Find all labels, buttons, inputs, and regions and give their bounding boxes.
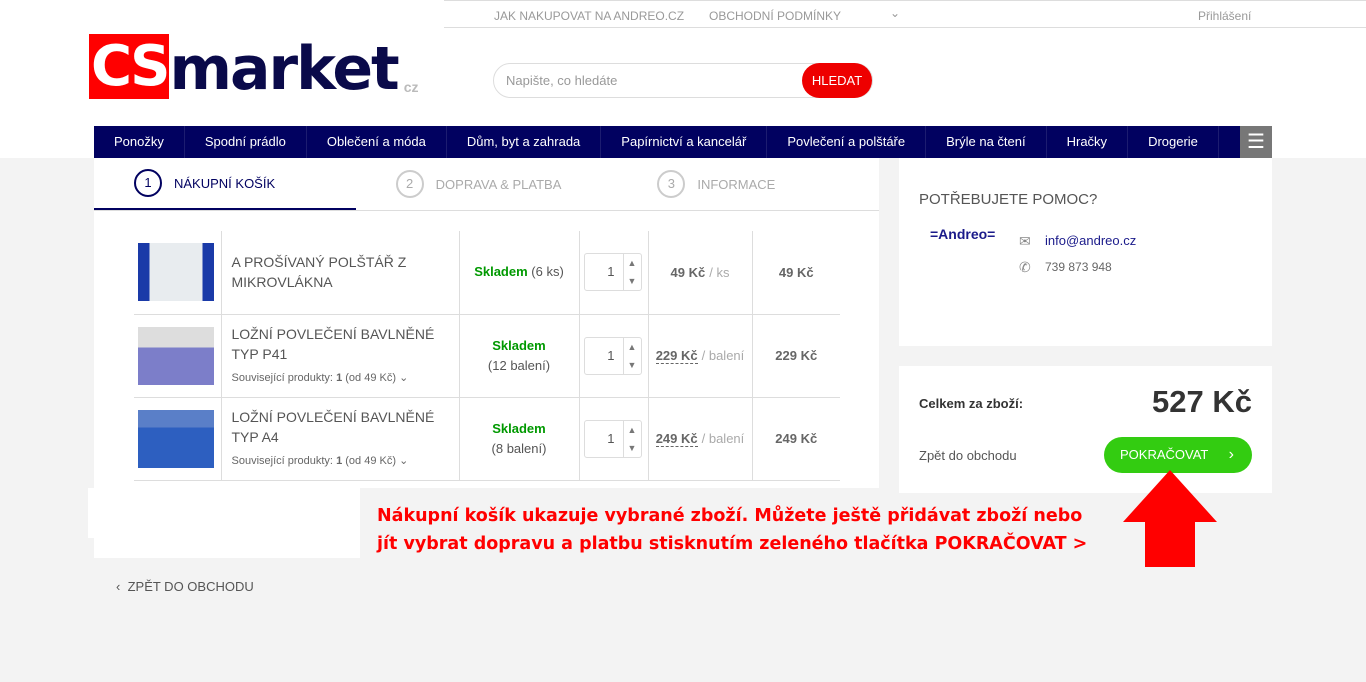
related-from: (od 49 Kč) bbox=[345, 371, 396, 384]
step-number: 2 bbox=[395, 170, 424, 198]
quantity-stepper[interactable]: 1 ▲ ▼ bbox=[583, 419, 642, 458]
annotation-text: Nákupní košík ukazuje vybrané zboží. Můž… bbox=[377, 506, 1088, 554]
link-how-to-buy[interactable]: JAK NAKUPOVAT NA ANDREO.CZ bbox=[494, 9, 684, 23]
chevron-left-icon: ‹ bbox=[116, 579, 121, 594]
step-label: INFORMACE bbox=[697, 176, 776, 192]
chevron-down-icon[interactable]: ⌄ bbox=[399, 455, 408, 467]
logo[interactable]: CS market cz bbox=[89, 34, 419, 99]
nav-item[interactable]: Spodní prádlo bbox=[185, 126, 307, 158]
unit-price: 229 Kč bbox=[655, 348, 698, 364]
total-label: Celkem za zboží: bbox=[919, 396, 1024, 411]
back-to-shop-link[interactable]: Zpět do obchodu bbox=[919, 448, 1017, 463]
qty-arrows[interactable]: ▲ ▼ bbox=[622, 337, 641, 374]
login-link[interactable]: Přihlášení bbox=[1198, 9, 1251, 23]
nav-item[interactable]: Oblečení a móda bbox=[307, 126, 447, 158]
category-nav: Ponožky Spodní prádlo Oblečení a móda Dů… bbox=[94, 126, 1272, 158]
step-cart[interactable]: 1 NÁKUPNÍ KOŠÍK bbox=[94, 158, 356, 210]
line-total: 229 Kč bbox=[751, 314, 840, 398]
qty-value: 1 bbox=[607, 264, 615, 280]
email-link[interactable]: info@andreo.cz bbox=[1045, 233, 1136, 248]
step-label: DOPRAVA & PLATBA bbox=[435, 176, 562, 192]
step-info[interactable]: 3 INFORMACE bbox=[617, 158, 879, 210]
logo-cs: CS bbox=[89, 34, 170, 99]
red-arrow-icon bbox=[1123, 470, 1217, 567]
quantity-stepper[interactable]: 1 ▲ ▼ bbox=[583, 253, 642, 292]
unit-label: / ks bbox=[709, 264, 730, 280]
step-number: 1 bbox=[134, 169, 162, 197]
white-block bbox=[88, 488, 360, 538]
related-from: (od 49 Kč) bbox=[345, 454, 396, 467]
phone-number: 739 873 948 bbox=[1045, 260, 1112, 274]
quantity-stepper[interactable]: 1 ▲ ▼ bbox=[583, 336, 642, 375]
step-label: NÁKUPNÍ KOŠÍK bbox=[174, 175, 276, 191]
stock-status: Skladem bbox=[474, 264, 528, 280]
total-value: 527 Kč bbox=[1152, 384, 1252, 419]
stock-qty: (8 balení) bbox=[491, 440, 547, 456]
product-image[interactable] bbox=[138, 243, 214, 302]
related-count: 1 bbox=[336, 454, 343, 467]
logo-cz: cz bbox=[403, 79, 419, 95]
search-placeholder: Napište, co hledáte bbox=[506, 73, 618, 88]
unit-price: 49 Kč bbox=[670, 264, 706, 280]
related-products[interactable]: Související produkty: 1 (od 49 Kč) ⌄ bbox=[232, 368, 449, 388]
logo-market: market bbox=[169, 34, 399, 104]
table-row: LOŽNÍ POVLEČENÍ BAVLNĚNÉ TYP A4 Souvisejí… bbox=[134, 397, 840, 481]
nav-item[interactable]: Povlečení a polštáře bbox=[767, 126, 927, 158]
product-name[interactable]: A PROŠÍVANÝ POLŠTÁŘ Z MIKROVLÁKNA bbox=[232, 254, 407, 290]
product-name[interactable]: LOŽNÍ POVLEČENÍ BAVLNĚNÉ TYP P41 bbox=[232, 326, 435, 362]
chevron-down-icon[interactable]: ⌄ bbox=[399, 372, 408, 384]
nav-item[interactable]: Papírnictví a kancelář bbox=[601, 126, 768, 158]
mail-icon: ✉ bbox=[1019, 233, 1031, 249]
qty-arrows[interactable]: ▲ ▼ bbox=[622, 254, 641, 291]
continue-label: POKRAČOVAT bbox=[1120, 447, 1209, 462]
cart-panel: 1 NÁKUPNÍ KOŠÍK 2 DOPRAVA & PLATBA 3 INFORM… bbox=[94, 158, 879, 488]
nav-item[interactable]: Drogerie bbox=[1128, 126, 1219, 158]
stock-qty: (6 ks) bbox=[531, 264, 564, 280]
phone-icon: ✆ bbox=[1019, 259, 1031, 275]
help-box: POTŘEBUJETE POMOC? =Andreo= ✉ info@andre… bbox=[899, 158, 1272, 346]
help-title: POTŘEBUJETE POMOC? bbox=[919, 191, 1098, 208]
step-number: 3 bbox=[657, 170, 686, 198]
nav-item[interactable]: Dům, byt a zahrada bbox=[447, 126, 602, 158]
andreo-logo: =Andreo= bbox=[930, 226, 996, 242]
line-total: 249 Kč bbox=[751, 397, 840, 481]
link-terms[interactable]: OBCHODNÍ PODMÍNKY bbox=[709, 9, 841, 23]
related-label: Související produkty: bbox=[231, 454, 334, 467]
white-block bbox=[94, 538, 360, 558]
chevron-right-icon: › bbox=[1228, 446, 1234, 463]
related-count: 1 bbox=[336, 371, 343, 384]
top-bar: JAK NAKUPOVAT NA ANDREO.CZ OBCHODNÍ PODM… bbox=[444, 0, 1366, 28]
unit-price: 249 Kč bbox=[655, 431, 698, 447]
nav-item[interactable]: Ponožky bbox=[94, 126, 185, 158]
step-shipping[interactable]: 2 DOPRAVA & PLATBA bbox=[356, 158, 618, 210]
stock-status: Skladem bbox=[492, 337, 546, 353]
related-label: Související produkty: bbox=[231, 371, 334, 384]
table-row: A PROŠÍVANÝ POLŠTÁŘ Z MIKROVLÁKNA Sklade… bbox=[134, 231, 840, 315]
nav-item[interactable]: Brýle na čtení bbox=[926, 126, 1047, 158]
menu-icon[interactable]: ☰ bbox=[1240, 126, 1272, 158]
qty-arrows[interactable]: ▲ ▼ bbox=[622, 420, 641, 457]
qty-value: 1 bbox=[607, 430, 615, 446]
nav-item[interactable]: Hračky bbox=[1047, 126, 1129, 158]
related-products[interactable]: Související produkty: 1 (od 49 Kč) ⌄ bbox=[232, 451, 449, 471]
cart-table: A PROŠÍVANÝ POLŠTÁŘ Z MIKROVLÁKNA Sklade… bbox=[134, 231, 840, 481]
line-total: 49 Kč bbox=[751, 231, 840, 315]
product-image[interactable] bbox=[138, 409, 214, 468]
qty-value: 1 bbox=[607, 347, 615, 363]
back-link-label: ZPĚT DO OBCHODU bbox=[127, 579, 254, 594]
table-row: LOŽNÍ POVLEČENÍ BAVLNĚNÉ TYP P41 Souvisej… bbox=[134, 314, 840, 398]
stock-qty: (12 balení) bbox=[487, 357, 551, 373]
unit-label: / balení bbox=[701, 431, 745, 446]
product-name[interactable]: LOŽNÍ POVLEČENÍ BAVLNĚNÉ TYP A4 bbox=[232, 409, 435, 445]
continue-button[interactable]: POKRAČOVAT › bbox=[1104, 437, 1252, 473]
unit-label: / balení bbox=[701, 348, 745, 363]
stock-status: Skladem bbox=[492, 420, 546, 436]
search-button[interactable]: HLEDAT bbox=[802, 63, 872, 98]
product-image[interactable] bbox=[138, 326, 214, 385]
search-input[interactable]: Napište, co hledáte HLEDAT bbox=[493, 63, 873, 98]
chevron-down-icon[interactable]: ⌄ bbox=[890, 6, 900, 20]
back-link[interactable]: ‹ ZPĚT DO OBCHODU bbox=[116, 579, 254, 594]
